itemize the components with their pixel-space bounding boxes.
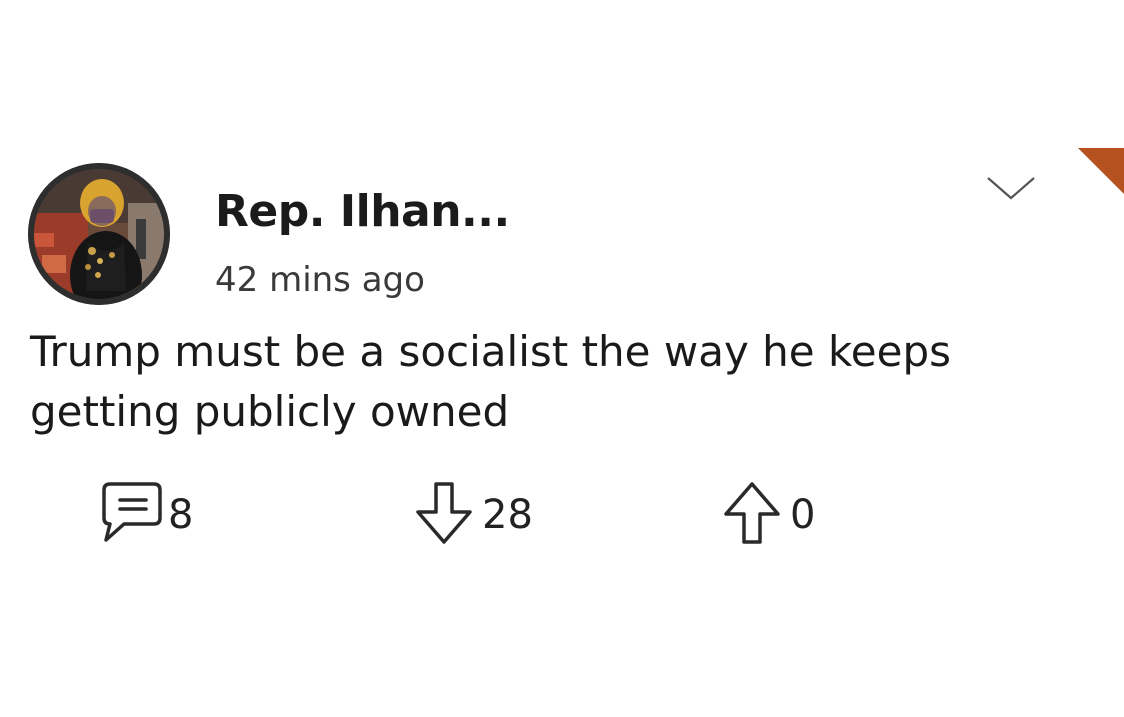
comment-icon — [98, 480, 164, 550]
comments-count: 8 — [168, 492, 194, 538]
corner-flag-icon — [1078, 148, 1124, 194]
upvotes-count: 0 — [790, 492, 816, 538]
post-text: Trump must be a socialist the way he kee… — [30, 327, 952, 436]
avatar[interactable] — [28, 163, 170, 305]
downvote-button[interactable]: 28 — [412, 482, 533, 548]
author-name[interactable]: Rep. Ilhan... — [215, 186, 510, 237]
avatar-image — [28, 163, 170, 305]
arrow-down-icon — [412, 480, 478, 550]
post-timestamp: 42 mins ago — [215, 260, 425, 300]
arrow-up-icon — [720, 480, 786, 550]
post-card: Rep. Ilhan... 42 mins ago Trump must be … — [0, 0, 1124, 717]
comments-button[interactable]: 8 — [98, 482, 193, 548]
chevron-down-icon[interactable] — [984, 170, 1038, 206]
downvotes-count: 28 — [482, 492, 533, 538]
upvote-button[interactable]: 0 — [720, 482, 815, 548]
